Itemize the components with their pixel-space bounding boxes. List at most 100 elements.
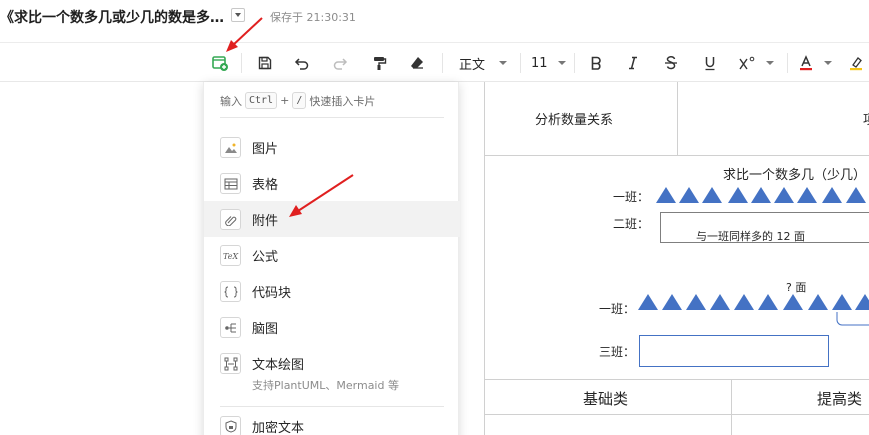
table-icon	[220, 173, 241, 194]
class-3-box	[639, 335, 829, 367]
class-3-label: 三班：	[599, 345, 636, 359]
menu-item-attachment[interactable]: 附件	[204, 201, 460, 237]
toolbar-separator	[241, 53, 242, 73]
table-border	[484, 414, 869, 415]
undo-button[interactable]	[291, 51, 313, 75]
mind-map-icon	[220, 317, 241, 338]
bold-icon	[591, 56, 601, 70]
menu-item-label: 图片	[252, 142, 279, 157]
text-diagram-icon	[220, 353, 241, 374]
category-advanced: 提高类	[817, 390, 863, 408]
font-size-value: 11	[531, 55, 548, 71]
table-header-item: 项	[863, 109, 869, 128]
triangle-icon	[783, 294, 803, 310]
save-button[interactable]	[254, 51, 276, 75]
clear-format-button[interactable]	[406, 51, 428, 75]
attachment-icon	[220, 209, 241, 230]
menu-item-image[interactable]: 图片	[204, 129, 460, 165]
italic-icon	[629, 56, 637, 70]
save-icon	[258, 56, 272, 70]
menu-item-table[interactable]: 表格	[204, 165, 460, 201]
chevron-down-icon	[557, 61, 566, 65]
triangle-icon	[846, 187, 866, 203]
insert-card-menu: 输入 Ctrl + / 快速插入卡片 图片 表格 附件 TeX 公式 代码块 脑…	[203, 82, 460, 435]
triangle-icon	[797, 187, 817, 203]
chevron-down-icon	[824, 61, 832, 65]
class-1-label-2: 一班：	[599, 302, 636, 316]
triangle-icon	[662, 294, 682, 310]
table-border	[484, 379, 869, 380]
toolbar-separator	[442, 53, 443, 73]
highlighter-icon	[850, 57, 862, 71]
document-title[interactable]: 《求比一个数多几或少几的数是多…	[0, 7, 224, 27]
triangle-icon	[686, 294, 706, 310]
paragraph-style-select[interactable]: 正文	[459, 51, 515, 75]
redo-icon	[333, 58, 348, 70]
toolbar-separator	[787, 53, 788, 73]
font-color-button[interactable]	[798, 51, 834, 75]
category-basic: 基础类	[583, 390, 629, 408]
triangle-icon	[758, 294, 778, 310]
svg-text:TeX: TeX	[223, 252, 238, 261]
menu-divider	[220, 117, 444, 118]
highlight-color-button[interactable]	[846, 51, 866, 75]
menu-item-encrypted-text[interactable]: 加密文本	[204, 408, 460, 435]
menu-item-label: 公式	[252, 250, 279, 265]
triangle-icon	[751, 187, 771, 203]
hint-suffix: 快速插入卡片	[309, 94, 376, 108]
hint-prefix: 输入	[220, 94, 242, 108]
triangle-icon	[832, 294, 852, 310]
menu-item-text-diagram[interactable]: 文本绘图 支持PlantUML、Mermaid 等	[204, 345, 460, 401]
image-icon	[220, 137, 241, 158]
menu-item-label: 文本绘图	[252, 358, 305, 373]
redo-button[interactable]	[329, 51, 351, 75]
formula-icon: TeX	[220, 245, 241, 266]
bold-button[interactable]	[585, 51, 607, 75]
menu-item-label: 加密文本	[252, 421, 305, 435]
strikethrough-icon	[665, 56, 677, 70]
menu-item-code-block[interactable]: 代码块	[204, 273, 460, 309]
triangle-icon	[734, 294, 754, 310]
toolbar-separator	[520, 53, 521, 73]
triangle-icon	[656, 187, 676, 203]
toolbar-separator	[574, 53, 575, 73]
app-window: 《求比一个数多几或少几的数是多… 保存于 21:30:31 正文 11 分析数量…	[0, 0, 869, 435]
superscript-icon	[739, 56, 755, 70]
triangle-icon	[808, 294, 828, 310]
code-block-icon	[220, 281, 241, 302]
problem-title: 求比一个数多几（少几）	[723, 168, 867, 183]
table-border	[484, 82, 485, 435]
italic-button[interactable]	[622, 51, 644, 75]
kbd-ctrl: Ctrl	[245, 92, 278, 109]
underline-icon	[705, 57, 715, 71]
triangle-icon	[822, 187, 842, 203]
more-format-button[interactable]	[738, 51, 778, 75]
triangle-icon	[679, 187, 699, 203]
chevron-down-icon	[499, 61, 508, 65]
underline-button[interactable]	[699, 51, 721, 75]
question-label: ? 面	[786, 281, 807, 294]
menu-item-formula[interactable]: TeX 公式	[204, 237, 460, 273]
class-2-label: 二班：	[613, 217, 650, 231]
menu-item-mind-map[interactable]: 脑图	[204, 309, 460, 345]
editor-toolbar: 正文 11	[0, 42, 869, 82]
title-bar: 《求比一个数多几或少几的数是多… 保存于 21:30:31	[0, 0, 869, 40]
strikethrough-button[interactable]	[660, 51, 682, 75]
menu-item-label: 脑图	[252, 322, 279, 337]
undo-icon	[294, 58, 309, 70]
menu-shortcut-hint: 输入 Ctrl + / 快速插入卡片	[220, 92, 375, 109]
font-size-select[interactable]: 11	[531, 51, 567, 75]
save-status: 保存于 21:30:31	[270, 11, 356, 24]
insert-card-button[interactable]	[208, 51, 232, 75]
format-painter-icon	[374, 57, 387, 70]
chevron-down-icon	[766, 61, 774, 65]
title-dropdown-button[interactable]	[231, 8, 245, 22]
table-header-analysis: 分析数量关系	[535, 113, 614, 128]
brace-line	[836, 312, 869, 326]
encrypted-text-icon	[220, 416, 241, 435]
format-painter-button[interactable]	[368, 51, 390, 75]
kbd-slash: /	[292, 92, 307, 109]
table-border	[731, 379, 732, 435]
paragraph-style-value: 正文	[459, 57, 486, 73]
triangle-icon	[710, 294, 730, 310]
